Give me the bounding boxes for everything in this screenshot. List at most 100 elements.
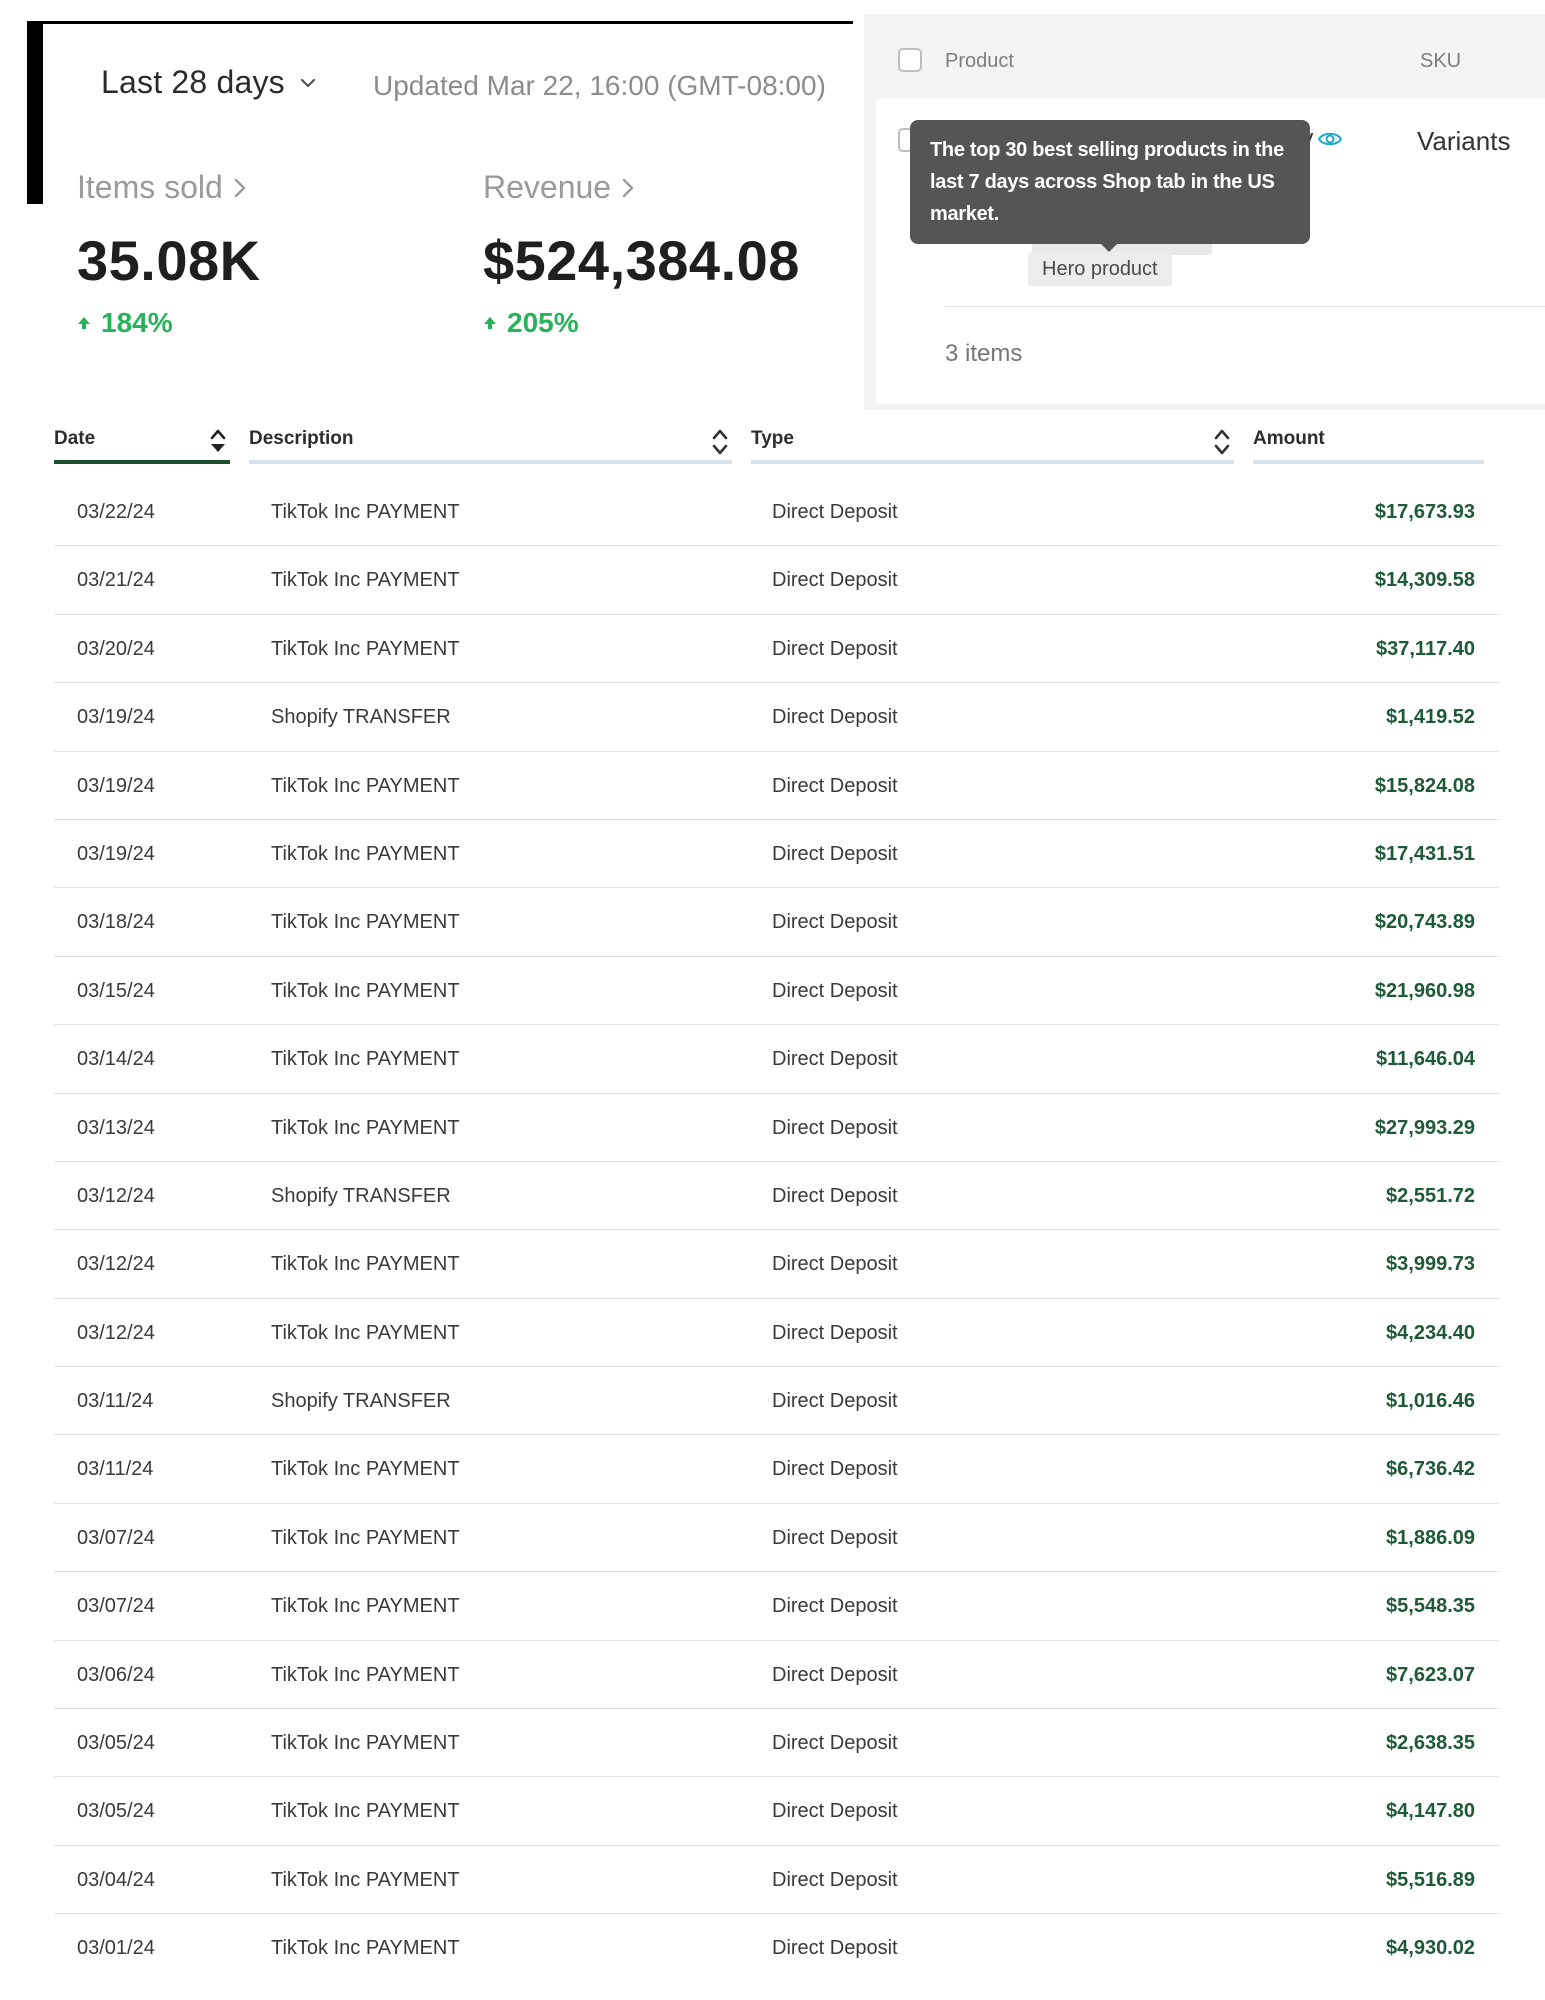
table-row[interactable]: 03/11/24 Shopify TRANSFER Direct Deposit $1… — [54, 1367, 1499, 1436]
table-row[interactable]: 03/13/24 TikTok Inc PAYMENT Direct Deposit… — [54, 1094, 1499, 1162]
row-description: TikTok Inc PAYMENT — [271, 1732, 460, 1755]
divider — [945, 306, 1545, 307]
row-date: 03/22/24 — [77, 501, 155, 523]
row-description: Shopify TRANSFER — [271, 1390, 451, 1413]
row-amount: $2,551.72 — [1386, 1184, 1475, 1207]
table-row[interactable]: 03/04/24 TikTok Inc PAYMENT Direct Deposit… — [54, 1846, 1499, 1915]
row-date: 03/12/24 — [77, 1184, 155, 1207]
row-date: 03/14/24 — [77, 1048, 155, 1071]
column-header-type-label: Type — [751, 428, 794, 449]
table-row[interactable]: 03/21/24 TikTok Inc PAYMENT Direct Deposit… — [54, 546, 1499, 615]
table-row[interactable]: 03/18/24 TikTok Inc PAYMENT Direct Deposit… — [54, 888, 1499, 957]
row-type: Direct Deposit — [772, 1937, 898, 1960]
table-row[interactable]: 03/12/24 Shopify TRANSFER Direct Deposit $2… — [54, 1162, 1499, 1231]
row-type: Direct Deposit — [772, 1321, 898, 1344]
column-underline — [54, 460, 230, 464]
row-type: Direct Deposit — [772, 1732, 898, 1755]
column-underline — [249, 460, 732, 464]
row-date: 03/12/24 — [77, 1253, 155, 1276]
row-description: TikTok Inc PAYMENT — [271, 1253, 460, 1276]
revenue-change: 205% — [483, 307, 800, 339]
row-amount: $4,930.02 — [1386, 1937, 1475, 1960]
row-description: TikTok Inc PAYMENT — [271, 637, 460, 660]
column-header-description-label: Description — [249, 428, 354, 449]
row-date: 03/19/24 — [77, 774, 155, 797]
column-header-sku[interactable]: SKU — [1420, 50, 1461, 73]
row-type: Direct Deposit — [772, 1595, 898, 1618]
row-amount: $1,886.09 — [1386, 1526, 1475, 1549]
row-date: 03/05/24 — [77, 1800, 155, 1823]
row-type: Direct Deposit — [772, 1390, 898, 1413]
eye-icon[interactable] — [1317, 129, 1343, 149]
column-underline — [751, 460, 1234, 464]
row-date: 03/01/24 — [77, 1937, 155, 1960]
row-date: 03/19/24 — [77, 706, 155, 729]
table-row[interactable]: 03/12/24 TikTok Inc PAYMENT Direct Deposit… — [54, 1299, 1499, 1368]
row-amount: $20,743.89 — [1374, 911, 1475, 934]
column-header-product[interactable]: Product — [945, 50, 1014, 73]
row-date: 03/06/24 — [77, 1663, 155, 1686]
items-sold-value: 35.08K — [77, 229, 261, 292]
row-description: TikTok Inc PAYMENT — [271, 1868, 460, 1891]
row-description: TikTok Inc PAYMENT — [271, 501, 460, 523]
table-row[interactable]: 03/14/24 TikTok Inc PAYMENT Direct Deposit… — [54, 1025, 1499, 1094]
date-range-label: Last 28 days — [101, 64, 285, 100]
sort-descending-icon[interactable] — [208, 426, 228, 458]
select-all-checkbox[interactable] — [898, 48, 922, 72]
table-row[interactable]: 03/15/24 TikTok Inc PAYMENT Direct Deposit… — [54, 957, 1499, 1026]
product-sku-variants[interactable]: Variants — [1417, 126, 1510, 157]
date-range-dropdown[interactable]: Last 28 days — [101, 64, 317, 101]
row-amount: $27,993.29 — [1374, 1116, 1475, 1139]
table-row[interactable]: 03/19/24 Shopify TRANSFER Direct Deposit $1… — [54, 683, 1499, 752]
row-amount: $21,960.98 — [1374, 979, 1475, 1002]
row-type: Direct Deposit — [772, 1868, 898, 1891]
row-date: 03/21/24 — [77, 569, 155, 592]
row-date: 03/07/24 — [77, 1526, 155, 1549]
row-amount: $11,646.04 — [1376, 1048, 1475, 1071]
row-amount: $7,623.07 — [1386, 1663, 1475, 1686]
revenue-value: $524,384.08 — [483, 229, 800, 292]
table-row[interactable]: 03/07/24 TikTok Inc PAYMENT Direct Deposit… — [54, 1572, 1499, 1641]
items-sold-link[interactable]: Items sold — [77, 169, 261, 206]
row-description: TikTok Inc PAYMENT — [271, 1937, 460, 1960]
items-sold-change-value: 184% — [101, 307, 173, 338]
revenue-link[interactable]: Revenue — [483, 169, 800, 206]
row-type: Direct Deposit — [772, 774, 898, 797]
table-row[interactable]: 03/05/24 TikTok Inc PAYMENT Direct Deposit… — [54, 1709, 1499, 1778]
table-row[interactable]: 03/05/24 TikTok Inc PAYMENT Direct Deposit… — [54, 1777, 1499, 1846]
table-row[interactable]: 03/22/24 TikTok Inc PAYMENT Direct Deposit… — [54, 478, 1499, 547]
row-amount: $4,234.40 — [1386, 1321, 1475, 1344]
revenue-change-value: 205% — [507, 307, 579, 338]
table-row[interactable]: 03/19/24 TikTok Inc PAYMENT Direct Deposit… — [54, 752, 1499, 820]
table-row[interactable]: 03/07/24 TikTok Inc PAYMENT Direct Deposit… — [54, 1504, 1499, 1573]
row-amount: $17,673.93 — [1374, 501, 1475, 523]
table-row[interactable]: 03/11/24 TikTok Inc PAYMENT Direct Deposit… — [54, 1435, 1499, 1504]
row-type: Direct Deposit — [772, 569, 898, 592]
sort-icon[interactable] — [710, 426, 730, 458]
row-date: 03/05/24 — [77, 1732, 155, 1755]
updated-timestamp: Updated Mar 22, 16:00 (GMT-08:00) — [373, 70, 826, 101]
items-sold-label: Items sold — [77, 169, 223, 205]
row-amount: $15,824.08 — [1374, 774, 1475, 797]
column-header-amount[interactable]: Amount — [1253, 426, 1484, 464]
table-row[interactable]: 03/01/24 TikTok Inc PAYMENT Direct Deposit… — [54, 1914, 1499, 1982]
table-row[interactable]: 03/19/24 TikTok Inc PAYMENT Direct Deposit… — [54, 820, 1499, 889]
column-header-date[interactable]: Date — [54, 426, 230, 464]
row-description: TikTok Inc PAYMENT — [271, 1048, 460, 1071]
hero-product-badge[interactable]: Hero product — [1028, 252, 1172, 286]
row-description: TikTok Inc PAYMENT — [271, 1321, 460, 1344]
transactions-list: 03/22/24 TikTok Inc PAYMENT Direct Deposit… — [54, 478, 1499, 1983]
column-header-description[interactable]: Description — [249, 426, 732, 464]
column-header-type[interactable]: Type — [751, 426, 1234, 464]
row-date: 03/15/24 — [77, 979, 155, 1002]
sort-icon[interactable] — [1212, 426, 1232, 458]
table-row[interactable]: 03/12/24 TikTok Inc PAYMENT Direct Deposit… — [54, 1230, 1499, 1299]
row-type: Direct Deposit — [772, 1253, 898, 1276]
table-row[interactable]: 03/06/24 TikTok Inc PAYMENT Direct Deposit… — [54, 1641, 1499, 1710]
row-date: 03/07/24 — [77, 1595, 155, 1618]
revenue-metric: Revenue $524,384.08 205% — [483, 169, 800, 339]
table-row[interactable]: 03/20/24 TikTok Inc PAYMENT Direct Deposit… — [54, 615, 1499, 684]
tooltip-pointer — [1100, 243, 1118, 252]
column-header-amount-label: Amount — [1253, 428, 1325, 449]
row-type: Direct Deposit — [772, 1458, 898, 1481]
